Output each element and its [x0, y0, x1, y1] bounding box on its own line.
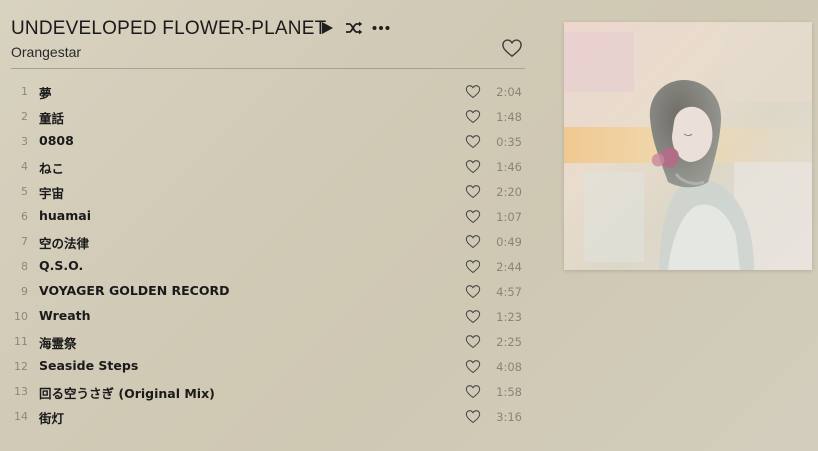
more-options-button[interactable]: [372, 18, 390, 38]
track-duration: 2:04: [496, 85, 522, 99]
track-title: Seaside Steps: [39, 358, 139, 373]
track-title: 街灯: [39, 411, 65, 426]
cover-illustration: [564, 22, 812, 270]
track-favorite-heart-icon[interactable]: [465, 334, 481, 349]
track-number: 8: [21, 260, 28, 273]
track-duration: 1:46: [496, 160, 522, 174]
play-button[interactable]: [318, 18, 336, 38]
track-number: 10: [14, 310, 28, 323]
track-favorite-heart-icon[interactable]: [465, 384, 481, 399]
track-duration: 0:35: [496, 135, 522, 149]
track-number: 6: [21, 210, 28, 223]
album-cover-art: [564, 22, 812, 270]
track-favorite-heart-icon[interactable]: [465, 409, 481, 424]
track-number: 11: [14, 335, 28, 348]
track-row[interactable]: 4 ねこ 1:46: [11, 155, 525, 180]
track-row[interactable]: 13 回る空うさぎ (Original Mix) 1:58: [11, 380, 525, 405]
artist-link[interactable]: Orangestar: [11, 44, 81, 60]
track-row[interactable]: 14 街灯 3:16: [11, 405, 525, 430]
track-number: 12: [14, 360, 28, 373]
track-duration: 1:07: [496, 210, 522, 224]
track-title: 0808: [39, 133, 74, 148]
track-number: 7: [21, 235, 28, 248]
track-favorite-heart-icon[interactable]: [465, 134, 481, 149]
track-title: huamai: [39, 208, 91, 223]
track-number: 3: [21, 135, 28, 148]
track-row[interactable]: 8 Q.S.O. 2:44: [11, 255, 525, 280]
track-title: 回る空うさぎ (Original Mix): [39, 386, 215, 401]
track-title: 海霊祭: [39, 336, 77, 351]
album-actions: [318, 16, 390, 40]
track-favorite-heart-icon[interactable]: [465, 184, 481, 199]
track-number: 2: [21, 110, 28, 123]
track-duration: 4:08: [496, 360, 522, 374]
album-favorite-heart-icon[interactable]: [501, 38, 523, 58]
track-number: 14: [14, 410, 28, 423]
track-favorite-heart-icon[interactable]: [465, 209, 481, 224]
track-favorite-heart-icon[interactable]: [465, 159, 481, 174]
track-row[interactable]: 7 空の法律 0:49: [11, 230, 525, 255]
track-row[interactable]: 1 夢 2:04: [11, 80, 525, 105]
track-favorite-heart-icon[interactable]: [465, 259, 481, 274]
track-number: 1: [21, 85, 28, 98]
track-row[interactable]: 11 海霊祭 2:25: [11, 330, 525, 355]
track-favorite-heart-icon[interactable]: [465, 109, 481, 124]
track-title: 宇宙: [39, 186, 65, 201]
track-title: Q.S.O.: [39, 258, 84, 273]
track-list: 1 夢 2:04 2 童話 1:48 3 0808 0:35 4 ねこ 1:46 5 宇宙 2:20 6 hua…: [11, 80, 525, 430]
track-title: ねこ: [39, 161, 65, 176]
track-duration: 2:20: [496, 185, 522, 199]
track-favorite-heart-icon[interactable]: [465, 359, 481, 374]
track-title: 童話: [39, 111, 65, 126]
track-title: Wreath: [39, 308, 91, 323]
track-duration: 0:49: [496, 235, 522, 249]
track-duration: 1:58: [496, 385, 522, 399]
track-row[interactable]: 9 VOYAGER GOLDEN RECORD 4:57: [11, 280, 525, 305]
track-number: 13: [14, 385, 28, 398]
track-favorite-heart-icon[interactable]: [465, 234, 481, 249]
track-row[interactable]: 6 huamai 1:07: [11, 205, 525, 230]
album-title: UNDEVELOPED FLOWER-PLANET: [11, 18, 327, 39]
track-favorite-heart-icon[interactable]: [465, 84, 481, 99]
track-duration: 3:16: [496, 410, 522, 424]
album-header: UNDEVELOPED FLOWER-PLANET Orangestar: [11, 16, 525, 69]
track-favorite-heart-icon[interactable]: [465, 284, 481, 299]
track-duration: 1:48: [496, 110, 522, 124]
track-title: 空の法律: [39, 236, 90, 251]
track-favorite-heart-icon[interactable]: [465, 309, 481, 324]
track-duration: 2:44: [496, 260, 522, 274]
track-number: 4: [21, 160, 28, 173]
track-row[interactable]: 10 Wreath 1:23: [11, 305, 525, 330]
track-row[interactable]: 3 0808 0:35: [11, 130, 525, 155]
play-icon: [322, 22, 333, 34]
track-number: 9: [21, 285, 28, 298]
track-title: VOYAGER GOLDEN RECORD: [39, 283, 230, 298]
track-duration: 4:57: [496, 285, 522, 299]
track-duration: 2:25: [496, 335, 522, 349]
shuffle-icon: [346, 21, 363, 35]
track-number: 5: [21, 185, 28, 198]
track-row[interactable]: 2 童話 1:48: [11, 105, 525, 130]
more-icon: [372, 26, 390, 30]
track-duration: 1:23: [496, 310, 522, 324]
track-row[interactable]: 5 宇宙 2:20: [11, 180, 525, 205]
shuffle-button[interactable]: [345, 18, 363, 38]
track-row[interactable]: 12 Seaside Steps 4:08: [11, 355, 525, 380]
track-title: 夢: [39, 86, 52, 101]
